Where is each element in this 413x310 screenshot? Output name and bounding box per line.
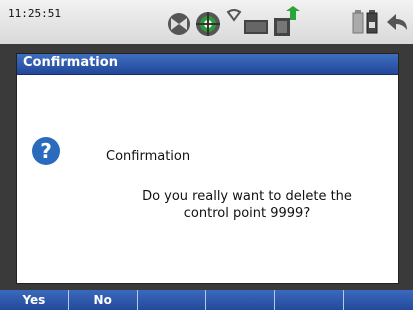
softkey-bar: Yes No bbox=[0, 290, 413, 310]
no-button[interactable]: No bbox=[69, 290, 138, 310]
softkey-5[interactable] bbox=[275, 290, 344, 310]
dialog-message: Do you really want to delete the control… bbox=[117, 188, 377, 222]
status-bar: 11:25:51 bbox=[0, 0, 413, 44]
battery-icon bbox=[352, 10, 364, 34]
yes-button[interactable]: Yes bbox=[0, 290, 69, 310]
target-icon[interactable] bbox=[194, 10, 222, 38]
back-icon[interactable] bbox=[385, 12, 409, 32]
message-line: control point 9999? bbox=[183, 206, 311, 221]
dialog-title: Confirmation bbox=[23, 55, 118, 70]
usb-transfer-icon[interactable] bbox=[272, 6, 300, 38]
svg-text:?: ? bbox=[40, 139, 52, 163]
softkey-6[interactable] bbox=[344, 290, 413, 310]
network-card-icon[interactable] bbox=[243, 18, 269, 36]
confirmation-dialog: Confirmation ? Confirmation Do you reall… bbox=[16, 53, 399, 284]
message-line: Do you really want to delete the bbox=[142, 189, 352, 204]
dialog-heading: Confirmation bbox=[106, 149, 191, 164]
question-icon: ? bbox=[32, 137, 60, 165]
gps-satellite-icon[interactable] bbox=[167, 12, 191, 36]
softkey-3[interactable] bbox=[138, 290, 207, 310]
battery-icon bbox=[366, 10, 378, 34]
dialog-title-bar: Confirmation bbox=[17, 54, 398, 75]
softkey-4[interactable] bbox=[206, 290, 276, 310]
clock: 11:25:51 bbox=[8, 7, 61, 20]
wifi-icon[interactable] bbox=[226, 8, 242, 22]
